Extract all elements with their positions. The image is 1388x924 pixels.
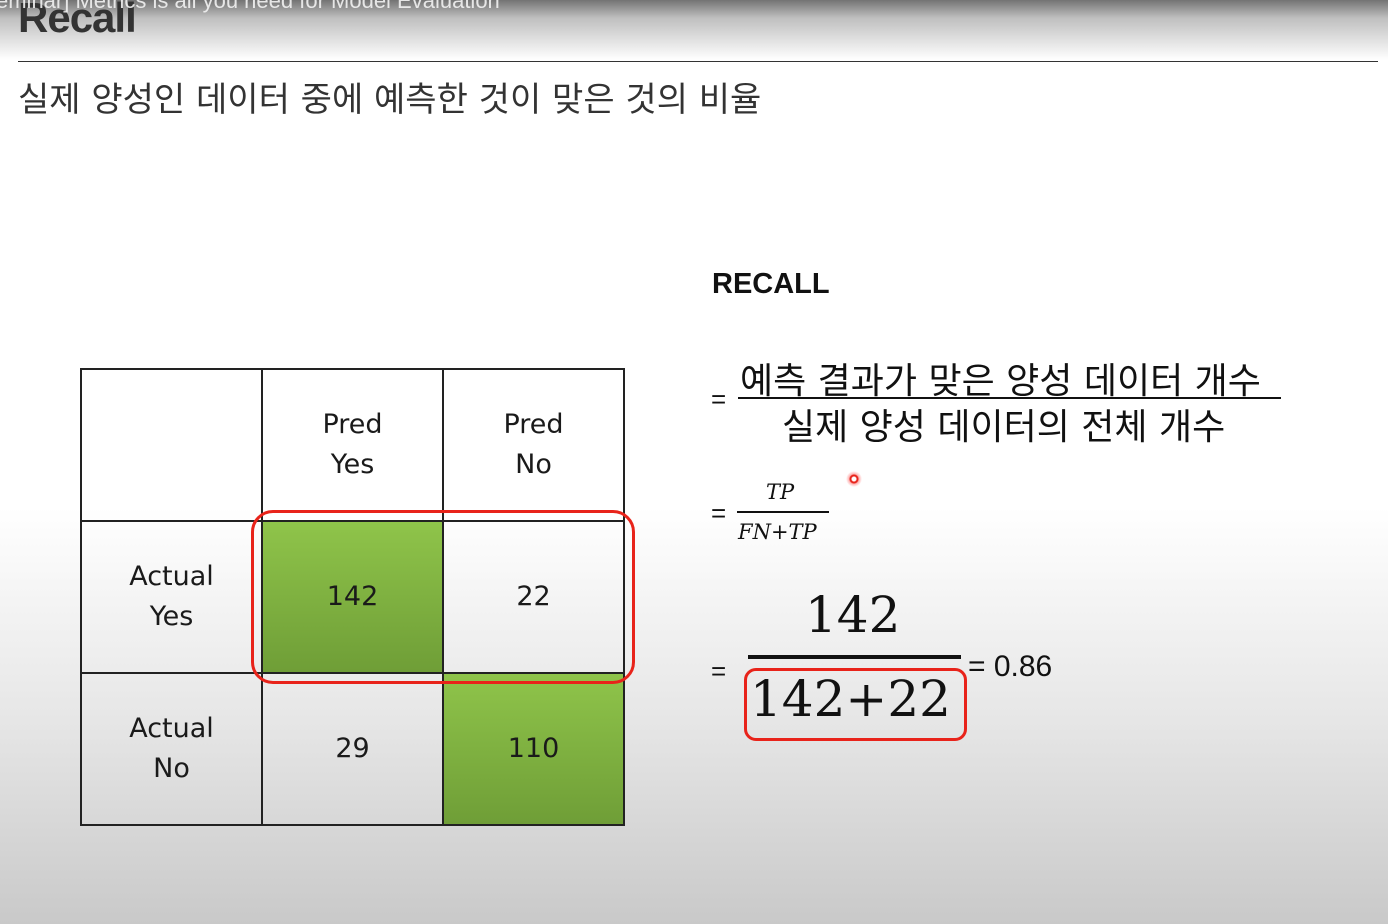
cell-true-negative: 110 xyxy=(442,672,625,826)
equals-sign-2: = xyxy=(711,498,727,528)
actual-yes-row-highlight xyxy=(251,510,635,684)
symbolic-fraction-bar xyxy=(737,511,829,513)
row-header-actual-yes: Actual Yes xyxy=(80,520,263,674)
laser-pointer-icon xyxy=(846,471,862,487)
cell-false-positive: 29 xyxy=(261,672,444,826)
equals-sign-3: = xyxy=(711,656,727,686)
symbolic-fraction-numerator: TP xyxy=(766,480,795,504)
symbolic-fraction-denominator: FN+TP xyxy=(738,520,817,544)
matrix-corner-cell xyxy=(80,368,263,522)
denominator-highlight xyxy=(744,668,967,741)
slide-subtitle: 실제 양성인 데이터 중에 예측한 것이 맞은 것의 비율 xyxy=(18,80,762,120)
recall-result: = 0.86 xyxy=(968,650,1053,683)
col-header-pred-no: Pred No xyxy=(442,368,625,522)
equals-sign-1: = xyxy=(711,384,727,414)
title-divider xyxy=(18,61,1378,62)
numeric-fraction-numerator: 142 xyxy=(805,586,901,644)
numeric-fraction-bar xyxy=(748,655,961,659)
video-title[interactable]: eminar] Metrics is all you need for Mode… xyxy=(0,0,500,14)
col-header-pred-yes: Pred Yes xyxy=(261,368,444,522)
text-fraction-denominator: 실제 양성 데이터의 전체 개수 xyxy=(782,407,1226,448)
row-header-actual-no: Actual No xyxy=(80,672,263,826)
formula-label: RECALL xyxy=(712,268,830,300)
